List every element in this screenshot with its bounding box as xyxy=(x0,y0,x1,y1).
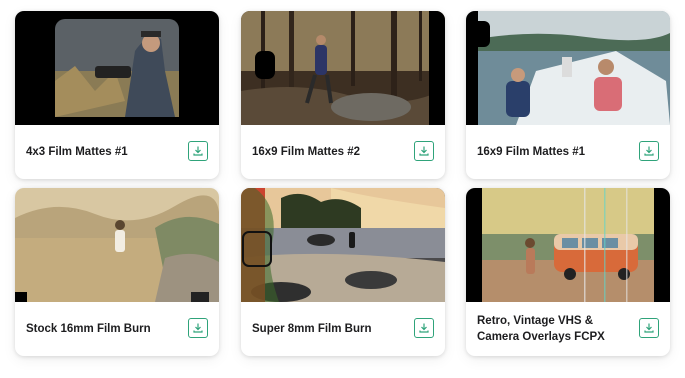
download-icon xyxy=(419,323,429,333)
card-thumbnail[interactable] xyxy=(466,11,670,125)
download-icon xyxy=(419,146,429,156)
card-title[interactable]: Super 8mm Film Burn xyxy=(252,302,402,356)
card-thumbnail[interactable] xyxy=(241,11,445,125)
download-button[interactable] xyxy=(188,318,208,338)
card-thumbnail[interactable] xyxy=(466,188,670,302)
download-button[interactable] xyxy=(414,318,434,338)
download-button[interactable] xyxy=(414,141,434,161)
card-thumbnail[interactable] xyxy=(15,188,219,302)
download-icon xyxy=(644,146,654,156)
card-title[interactable]: Stock 16mm Film Burn xyxy=(26,302,176,356)
download-icon xyxy=(193,323,203,333)
card-title[interactable]: 16x9 Film Mattes #1 xyxy=(477,125,627,179)
card-thumbnail[interactable] xyxy=(15,11,219,125)
card-thumbnail[interactable] xyxy=(241,188,445,302)
download-icon xyxy=(193,146,203,156)
card-title[interactable]: 4x3 Film Mattes #1 xyxy=(26,125,176,179)
download-button[interactable] xyxy=(639,318,659,338)
download-icon xyxy=(644,323,654,333)
card-title[interactable]: Retro, Vintage VHS & Camera Overlays FCP… xyxy=(477,302,627,356)
product-card-4x3-film-mattes-1[interactable]: 4x3 Film Mattes #1 xyxy=(15,11,219,179)
product-card-retro-vintage-vhs-overlays[interactable]: Retro, Vintage VHS & Camera Overlays FCP… xyxy=(466,188,670,356)
download-button[interactable] xyxy=(639,141,659,161)
card-title[interactable]: 16x9 Film Mattes #2 xyxy=(252,125,402,179)
product-card-super-8mm-film-burn[interactable]: Super 8mm Film Burn xyxy=(241,188,445,356)
download-button[interactable] xyxy=(188,141,208,161)
product-card-16x9-film-mattes-2[interactable]: 16x9 Film Mattes #2 xyxy=(241,11,445,179)
product-card-16x9-film-mattes-1[interactable]: 16x9 Film Mattes #1 xyxy=(466,11,670,179)
product-card-stock-16mm-film-burn[interactable]: Stock 16mm Film Burn xyxy=(15,188,219,356)
